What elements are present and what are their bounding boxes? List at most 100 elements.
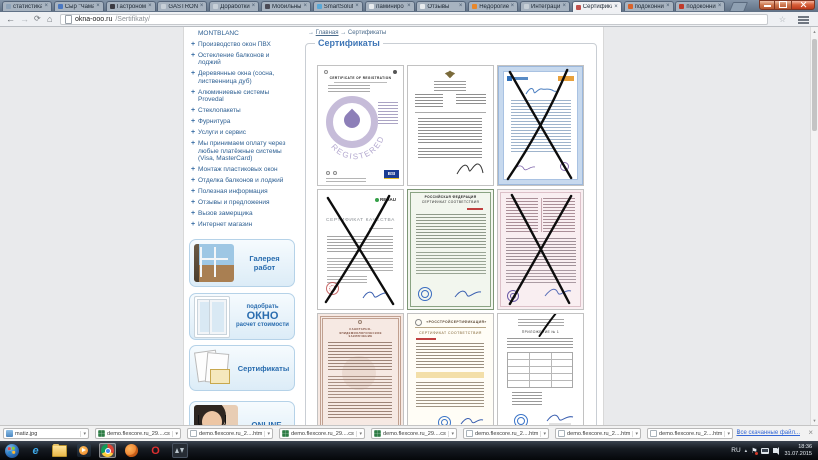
scrollbar-thumb[interactable] (812, 39, 817, 131)
forward-button[interactable]: → (20, 13, 29, 25)
taskbar-clock[interactable]: 18:36 31.07.2015 (784, 444, 812, 457)
sidebar-menu-item[interactable]: + Монтаж пластиковых окон (190, 166, 290, 174)
certificate-thumbnail-rehau[interactable]: REHAU СЕРТИФИКАТ КАЧЕСТВА (317, 189, 404, 310)
certificate-thumbnail-pink[interactable] (497, 189, 584, 310)
download-item[interactable]: matiz.jpg ▾ (3, 428, 89, 439)
taskbar-file-explorer[interactable] (51, 443, 68, 458)
sidebar-menu-item[interactable]: + Интернет магазин (190, 221, 290, 229)
tab-close-icon[interactable]: × (303, 4, 307, 9)
caret-down-icon[interactable]: ▾ (264, 431, 270, 437)
sidebar-menu-item[interactable]: + Деревянные окна (сосна, лиственница ду… (190, 70, 290, 85)
sidebar-menu-item[interactable]: + Алюминиевые системы Provedal (190, 89, 290, 104)
tray-expand-icon[interactable]: ▴ (745, 448, 748, 454)
minimize-button[interactable] (759, 0, 775, 10)
browser-tab[interactable]: Отзывы × (416, 1, 466, 11)
download-item[interactable]: demo.flexcore.ru_2....html ▾ (187, 428, 273, 439)
certificate-thumbnail-sanitary[interactable]: САНИТАРНО-ЭПИДЕМИОЛОГИЧЕСКОЕ ЗАКЛЮЧЕНИЕ (317, 313, 404, 425)
reload-button[interactable]: ⟳ (34, 13, 41, 25)
taskbar-transfer-app[interactable] (171, 443, 188, 458)
close-button[interactable] (791, 0, 815, 10)
browser-tab[interactable]: Мобильный × (261, 1, 311, 11)
tab-close-icon[interactable]: × (459, 4, 463, 9)
caret-down-icon[interactable]: ▾ (540, 431, 546, 437)
certificate-thumbnail-blue[interactable] (497, 65, 584, 186)
show-all-downloads-link[interactable]: Все скачанные файл... (736, 430, 800, 436)
caret-down-icon[interactable]: ▾ (724, 431, 730, 437)
maximize-button[interactable] (775, 0, 791, 10)
browser-menu-button[interactable] (798, 16, 809, 24)
tab-close-icon[interactable]: × (511, 4, 515, 9)
sidebar-menu-item[interactable]: + Стеклопакеты (190, 107, 290, 115)
sidebar-menu-item[interactable]: + Отделка балконов и лоджий (190, 177, 290, 185)
taskbar-internet-explorer[interactable]: e (27, 443, 44, 458)
sidebar-menu-item[interactable]: + Мы принимаем оплату через любые платёж… (190, 140, 290, 163)
sidebar-box-certificates[interactable]: Сертификаты (189, 345, 295, 391)
certificate-thumbnail-letter[interactable] (407, 65, 494, 186)
download-item[interactable]: demo.flexcore.ru_2....html ▾ (555, 428, 641, 439)
tab-close-icon[interactable]: × (666, 4, 670, 9)
language-indicator[interactable]: RU (731, 447, 740, 454)
download-item[interactable]: demo.flexcore.ru_2....html ▾ (463, 428, 549, 439)
action-center-flag-icon[interactable]: ⚑ (751, 447, 757, 455)
tab-close-icon[interactable]: × (148, 4, 152, 9)
scroll-down-icon[interactable]: ▼ (811, 416, 818, 425)
tab-close-icon[interactable]: × (562, 4, 566, 9)
browser-tab[interactable]: SmartSoluti × (313, 1, 363, 11)
sidebar-box-gallery[interactable]: Галерея работ (189, 239, 295, 287)
taskbar-opera[interactable]: O (147, 443, 164, 458)
caret-down-icon[interactable]: ▾ (356, 431, 362, 437)
download-item[interactable]: demo.flexcore.ru_29....csv ▾ (279, 428, 365, 439)
browser-tab[interactable]: Интеграци × (520, 1, 570, 11)
certificate-thumbnail-bsi[interactable]: CERTIFICATE OF REGISTRATION REGISTERED B… (317, 65, 404, 186)
tab-close-icon[interactable]: × (718, 4, 722, 9)
start-button[interactable] (3, 443, 20, 458)
caret-down-icon[interactable]: ▾ (632, 431, 638, 437)
download-item[interactable]: demo.flexcore.ru_2....html ▾ (647, 428, 733, 439)
browser-tab[interactable]: Сертификат × (572, 1, 622, 12)
sidebar-menu-item[interactable]: + Отзывы и предложения (190, 199, 290, 207)
address-bar[interactable]: okna-ooo.ru/Sertifikaty/ (60, 14, 768, 25)
browser-tab[interactable]: Ламиниро × (365, 1, 415, 11)
tab-close-icon[interactable]: × (407, 4, 411, 9)
sidebar-box-online-consultant[interactable]: ONLINE (189, 401, 295, 425)
browser-tab[interactable]: Гастрономи × (106, 1, 156, 11)
sidebar-menu-item[interactable]: + Полезная информация (190, 188, 290, 196)
downloads-bar-close-icon[interactable]: × (808, 429, 813, 437)
browser-tab[interactable]: подоконни × (675, 1, 725, 11)
breadcrumb-home-link[interactable]: Главная (316, 30, 339, 36)
bookmark-star-icon[interactable]: ☆ (779, 15, 786, 24)
tab-close-icon[interactable]: × (44, 4, 48, 9)
taskbar-media-player[interactable] (75, 443, 92, 458)
sidebar-box-window-calc[interactable]: подобрать ОКНО расчет стоимости (189, 293, 295, 340)
download-item[interactable]: demo.flexcore.ru_29....csv ▾ (371, 428, 457, 439)
back-button[interactable]: ← (6, 13, 15, 25)
speaker-icon[interactable] (773, 448, 777, 453)
sidebar-menu-item[interactable]: + Услуги и сервис (190, 129, 290, 137)
certificate-thumbnail-green[interactable]: РОССИЙСКАЯ ФЕДЕРАЦИЯ СЕРТИФИКАТ СООТВЕТС… (407, 189, 494, 310)
taskbar-chrome-active[interactable] (99, 443, 116, 458)
download-item[interactable]: demo.flexcore.ru_29....csv ▾ (95, 428, 181, 439)
tab-close-icon[interactable]: × (355, 4, 359, 9)
browser-tab[interactable]: Недорогие × (468, 1, 518, 11)
certificate-thumbnail-appendix[interactable]: ПРИЛОЖЕНИЕ № 1 (497, 313, 584, 425)
sidebar-menu-item[interactable]: + Фурнитура (190, 118, 290, 126)
browser-tab[interactable]: статистика × (2, 1, 52, 11)
tab-close-icon[interactable]: × (614, 5, 618, 10)
caret-down-icon[interactable]: ▾ (80, 431, 86, 437)
scroll-up-icon[interactable]: ▲ (811, 27, 818, 36)
tab-close-icon[interactable]: × (200, 4, 204, 9)
page-scrollbar[interactable]: ▲ ▼ (810, 27, 818, 425)
network-icon[interactable] (761, 448, 769, 454)
caret-down-icon[interactable]: ▾ (448, 431, 454, 437)
browser-tab[interactable]: Доработки × (209, 1, 259, 11)
caret-down-icon[interactable]: ▾ (172, 431, 178, 437)
sidebar-menu-item[interactable]: + Производство окон ПВХ (190, 41, 290, 49)
taskbar-firefox[interactable] (123, 443, 140, 458)
new-tab-button[interactable] (729, 2, 748, 12)
sidebar-menu-item[interactable]: + Элитные системы MONTBLANC (190, 27, 290, 37)
home-button[interactable]: ⌂ (47, 13, 52, 25)
sidebar-menu-item[interactable]: + Вызов замерщика (190, 210, 290, 218)
certificate-thumbnail-rosstroy[interactable]: «РОССТРОЙСЕРТИФИКАЦИЯ» СЕРТИФИКАТ СООТВЕ… (407, 313, 494, 425)
browser-tab[interactable]: подоконни × (624, 1, 674, 11)
sidebar-menu-item[interactable]: + Остекление балконов и лоджий (190, 52, 290, 67)
